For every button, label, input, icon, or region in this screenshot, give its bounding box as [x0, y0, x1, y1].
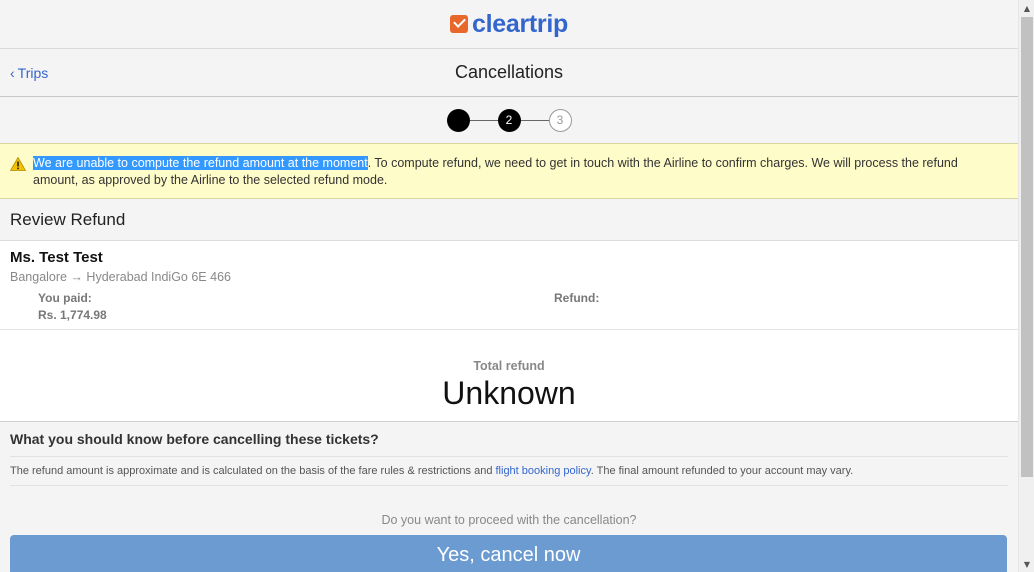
- info-title: What you should know before cancelling t…: [10, 422, 1008, 457]
- back-label: Trips: [17, 65, 49, 81]
- step-connector: [520, 119, 549, 121]
- confirm-cancel-button[interactable]: Yes, cancel now: [10, 535, 1007, 572]
- info-section: What you should know before cancelling t…: [0, 422, 1018, 572]
- refund-label: Refund:: [554, 291, 600, 305]
- scroll-down-arrow-icon[interactable]: ▼: [1019, 556, 1034, 572]
- page-title: Cancellations: [454, 62, 564, 82]
- info-text-after: . The final amount refunded to your acco…: [590, 465, 854, 477]
- warning-highlighted-text[interactable]: We are unable to compute the refund amou…: [33, 156, 368, 170]
- total-refund-block: Total refund Unknown: [0, 330, 1018, 422]
- paid-label: You paid:: [38, 291, 92, 305]
- total-refund-label: Total refund: [473, 359, 545, 373]
- nav-bar: ‹ Trips Cancellations: [0, 49, 1018, 97]
- scroll-up-arrow-icon[interactable]: ▲: [1019, 0, 1034, 16]
- logo-text: cleartrip: [472, 9, 568, 38]
- chevron-left-icon: ‹: [10, 65, 15, 81]
- cleartrip-logo[interactable]: cleartrip: [450, 10, 568, 39]
- cancellation-page: cleartrip ‹ Trips Cancellations 2 3 We a…: [0, 0, 1018, 572]
- step-1: [446, 108, 470, 132]
- step-2: 2: [497, 108, 521, 132]
- scrollbar-thumb[interactable]: [1021, 17, 1033, 477]
- back-to-trips-link[interactable]: ‹ Trips: [10, 49, 48, 97]
- warning-icon: [10, 157, 26, 171]
- header: cleartrip: [0, 0, 1018, 49]
- step-3: 3: [548, 108, 572, 132]
- passenger-name: Ms. Test Test: [10, 249, 103, 266]
- passenger-card: Ms. Test Test Bangalore → Hyderabad Indi…: [0, 241, 1018, 330]
- proceed-question: Do you want to proceed with the cancella…: [381, 513, 637, 527]
- booking-policy-link[interactable]: flight booking policy: [496, 465, 591, 477]
- info-text-before: The refund amount is approximate and is …: [10, 465, 496, 477]
- review-refund-heading: Review Refund: [0, 199, 1018, 241]
- flight-route: Bangalore → Hyderabad IndiGo 6E 466: [10, 270, 231, 284]
- step-connector: [469, 119, 498, 121]
- vertical-scrollbar[interactable]: ▲ ▼: [1018, 0, 1034, 572]
- checkmark-icon: [450, 15, 469, 33]
- info-text: The refund amount is approximate and is …: [10, 457, 1008, 486]
- paid-amount: Rs. 1,774.98: [38, 308, 107, 322]
- refund-warning-banner: We are unable to compute the refund amou…: [0, 143, 1018, 199]
- progress-stepper: 2 3: [0, 97, 1018, 143]
- total-refund-value: Unknown: [442, 375, 576, 411]
